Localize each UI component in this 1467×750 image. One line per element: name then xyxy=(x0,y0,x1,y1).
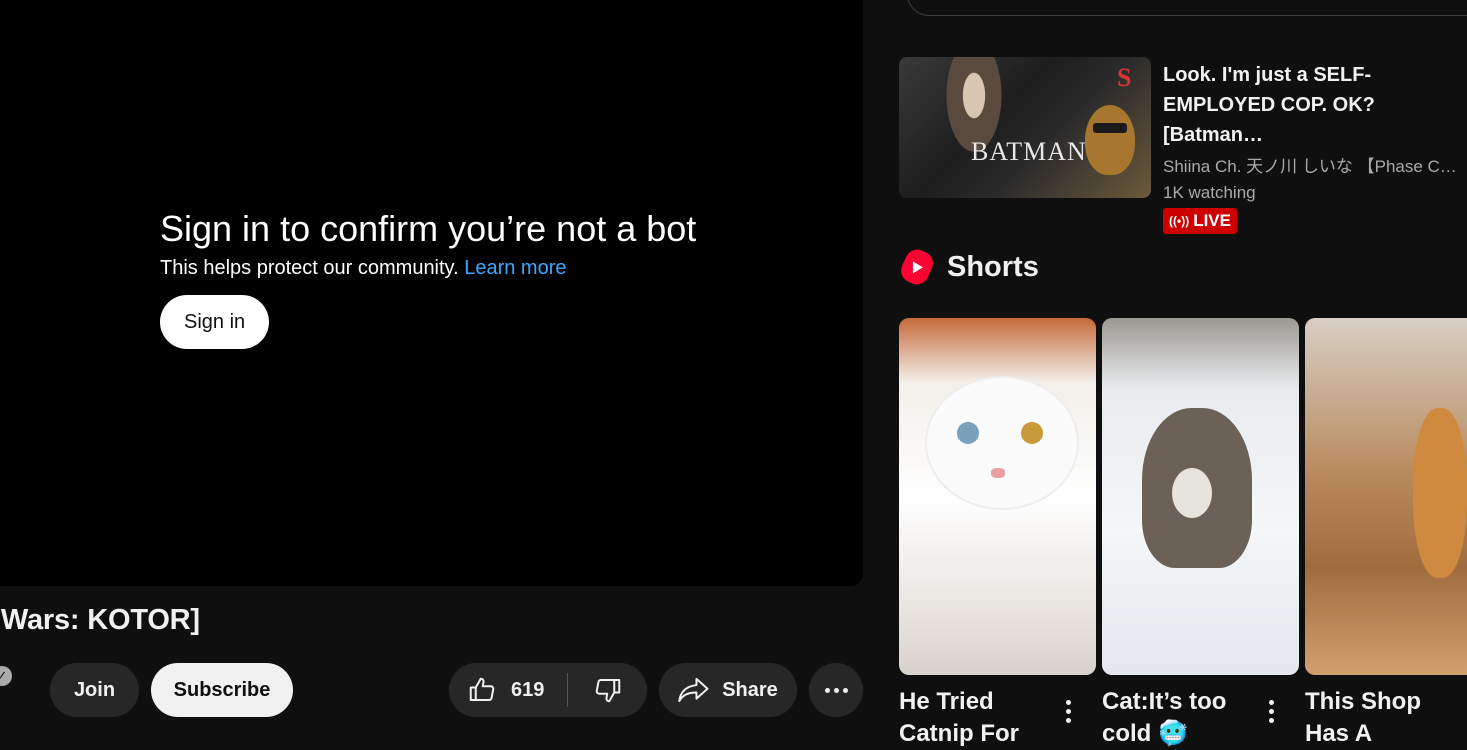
shorts-heading: Shorts xyxy=(947,250,1039,283)
thumbnail-logo-icon: S xyxy=(1117,63,1132,92)
orange-cat-image xyxy=(1413,408,1467,578)
live-broadcast-icon: ((•)) xyxy=(1169,214,1190,228)
signin-prompt: Sign in to confirm you’re not a bot This… xyxy=(160,208,696,349)
share-label: Share xyxy=(722,678,778,701)
like-dislike-group: 619 xyxy=(449,663,647,717)
verified-badge-icon: ✓ xyxy=(0,666,12,686)
short-title-3[interactable]: This Shop Has A xyxy=(1305,686,1455,750)
live-video-channel[interactable]: Shiina Ch. 天ノ川 しいな 【Phase C… xyxy=(1163,154,1463,180)
cat-eye-left xyxy=(957,422,979,444)
live-video-title[interactable]: Look. I'm just a SELF-EMPLOYED COP. OK? … xyxy=(1163,60,1463,150)
share-button[interactable]: Share xyxy=(659,663,797,717)
shorts-header: Shorts xyxy=(897,245,1039,289)
white-cat-image xyxy=(927,378,1077,508)
short-1-menu-icon[interactable] xyxy=(1066,700,1072,723)
video-player[interactable]: Sign in to confirm you’re not a bot This… xyxy=(0,0,863,586)
thumbnail-mascot xyxy=(1085,105,1135,175)
short-thumbnail-3[interactable] xyxy=(1305,318,1467,675)
short-title-2[interactable]: Cat:It’s too cold 🥶 xyxy=(1102,686,1252,750)
live-badge-label: LIVE xyxy=(1193,211,1231,230)
shorts-logo-icon xyxy=(897,245,937,289)
live-watching-count: 1K watching xyxy=(1163,183,1256,202)
cat-chest xyxy=(1172,468,1212,518)
cat-eye-right xyxy=(1021,422,1043,444)
live-badge: ((•)) LIVE xyxy=(1163,208,1237,234)
short-2-menu-icon[interactable] xyxy=(1269,700,1275,723)
thumbs-up-icon xyxy=(469,677,495,702)
more-actions-button[interactable] xyxy=(809,663,863,717)
video-title: ar Wars: KOTOR] xyxy=(0,604,200,636)
like-button[interactable]: 619 xyxy=(449,663,567,717)
subscribe-button[interactable]: Subscribe xyxy=(151,663,293,717)
learn-more-link[interactable]: Learn more xyxy=(464,257,566,279)
dislike-button[interactable] xyxy=(568,663,647,717)
cat-nose xyxy=(991,468,1005,478)
sign-in-button[interactable]: Sign in xyxy=(160,295,270,349)
live-video-info[interactable]: Look. I'm just a SELF-EMPLOYED COP. OK? … xyxy=(1163,60,1463,234)
share-arrow-icon xyxy=(678,677,709,703)
short-thumbnail-1[interactable] xyxy=(899,318,1096,675)
signin-subtitle: This helps protect our community. Learn … xyxy=(160,256,696,280)
like-count: 619 xyxy=(511,678,545,701)
thumbnail-batman-text: BATMAN xyxy=(971,137,1087,166)
sidebar-top-bar xyxy=(907,0,1467,16)
short-thumbnail-2[interactable] xyxy=(1102,318,1299,675)
signin-title: Sign in to confirm you’re not a bot xyxy=(160,208,697,249)
join-button[interactable]: Join xyxy=(50,663,139,717)
live-video-thumbnail[interactable]: S BATMAN xyxy=(899,57,1151,198)
thumbs-down-icon xyxy=(595,678,620,703)
more-horizontal-icon xyxy=(824,687,848,693)
short-title-1[interactable]: He Tried Catnip For xyxy=(899,686,1049,750)
signin-subtitle-text: This helps protect our community. xyxy=(160,257,459,279)
